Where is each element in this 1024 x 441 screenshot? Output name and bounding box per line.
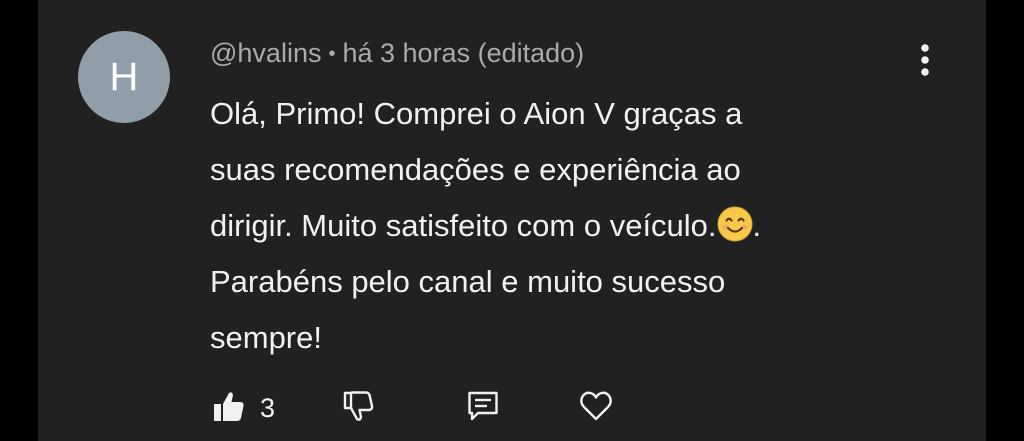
edited-label: (editado) xyxy=(477,38,585,68)
comment-header: @hvalins • há 3 horas (editado) xyxy=(210,36,584,73)
meta-separator: • xyxy=(328,43,336,65)
avatar-letter: H xyxy=(109,54,139,99)
comment-text: Olá, Primo! Comprei o Aion V graças a su… xyxy=(210,86,930,366)
more-vertical-icon[interactable] xyxy=(910,42,940,78)
smiling-face-emoji xyxy=(717,204,753,242)
avatar[interactable]: H xyxy=(78,31,170,123)
thumbs-down-icon xyxy=(342,389,376,428)
heart-icon xyxy=(578,389,614,428)
reply-button[interactable] xyxy=(466,386,500,430)
comment-time[interactable]: há 3 horas xyxy=(342,38,470,68)
like-button[interactable]: 3 xyxy=(212,386,275,430)
comment-text-part-1: Olá, Primo! Comprei o Aion V graças a su… xyxy=(210,96,743,243)
author-name[interactable]: @hvalins xyxy=(210,38,321,68)
thumbs-up-icon xyxy=(212,389,246,428)
comment-card: H @hvalins • há 3 horas (editado) Olá, Pri… xyxy=(38,0,986,441)
comment-actions: 3 xyxy=(38,386,986,430)
dislike-button[interactable] xyxy=(342,386,376,430)
heart-button[interactable] xyxy=(578,386,614,430)
like-count: 3 xyxy=(260,392,276,423)
reply-comment-icon xyxy=(466,389,500,428)
